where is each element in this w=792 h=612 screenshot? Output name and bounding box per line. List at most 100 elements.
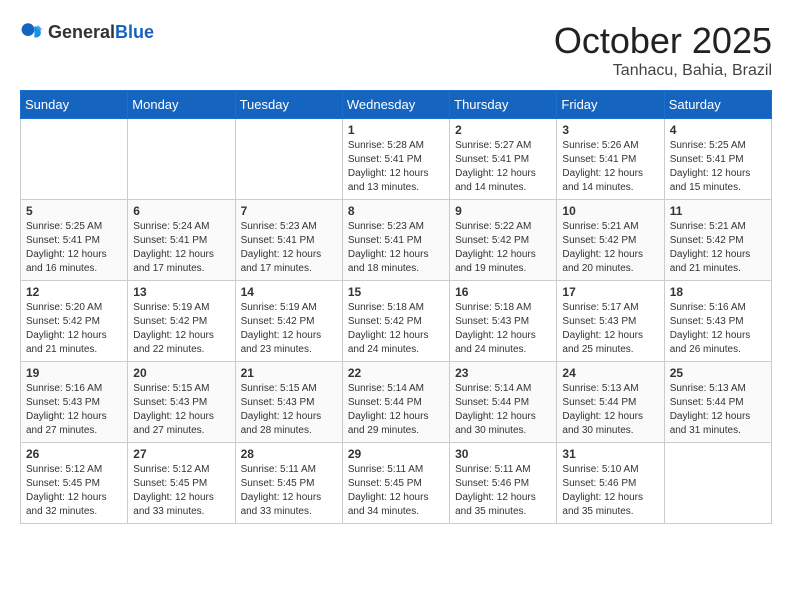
day-cell: 19Sunrise: 5:16 AM Sunset: 5:43 PM Dayli… [21,362,128,443]
day-number: 4 [670,123,766,137]
day-cell: 8Sunrise: 5:23 AM Sunset: 5:41 PM Daylig… [342,200,449,281]
day-info: Sunrise: 5:27 AM Sunset: 5:41 PM Dayligh… [455,139,551,195]
day-number: 12 [26,285,122,299]
day-number: 22 [348,366,444,380]
logo-text: GeneralBlue [48,22,154,43]
week-row-3: 12Sunrise: 5:20 AM Sunset: 5:42 PM Dayli… [21,281,772,362]
day-info: Sunrise: 5:14 AM Sunset: 5:44 PM Dayligh… [348,382,444,438]
page-header: GeneralBlue October 2025 Tanhacu, Bahia,… [20,20,772,80]
day-number: 20 [133,366,229,380]
day-number: 14 [241,285,337,299]
day-header-thursday: Thursday [450,91,557,119]
day-number: 7 [241,204,337,218]
day-cell: 11 Sunrise: 5:21 AM Sunset: 5:42 PM Dayli… [664,200,771,281]
day-cell: 18 Sunrise: 5:16 AM Sunset: 5:43 PM Dayli… [664,281,771,362]
logo: GeneralBlue [20,20,154,44]
day-number: 5 [26,204,122,218]
week-row-1: 1 Sunrise: 5:28 AM Sunset: 5:41 PM Daylig… [21,119,772,200]
day-number: 31 [562,447,658,461]
day-info: Sunrise: 5:25 AM Sunset: 5:41 PM Dayligh… [26,220,122,276]
logo-icon [20,20,44,44]
day-cell: 20 Sunrise: 5:15 AM Sunset: 5:43 PM Dayli… [128,362,235,443]
day-info: Sunrise: 5:23 AM Sunset: 5:41 PM Dayligh… [348,220,444,276]
day-number: 27 [133,447,229,461]
day-header-wednesday: Wednesday [342,91,449,119]
calendar-table: SundayMondayTuesdayWednesdayThursdayFrid… [20,90,772,524]
day-cell: 24 Sunrise: 5:13 AM Sunset: 5:44 PM Dayli… [557,362,664,443]
day-cell: 26 Sunrise: 5:12 AM Sunset: 5:45 PM Dayli… [21,443,128,524]
day-cell [664,443,771,524]
day-cell: 9Sunrise: 5:22 AM Sunset: 5:42 PM Daylig… [450,200,557,281]
title-area: October 2025 Tanhacu, Bahia, Brazil [554,20,772,80]
logo-blue: Blue [115,22,154,42]
day-header-sunday: Sunday [21,91,128,119]
day-info: Sunrise: 5:11 AM Sunset: 5:45 PM Dayligh… [348,463,444,519]
day-number: 25 [670,366,766,380]
week-row-5: 26 Sunrise: 5:12 AM Sunset: 5:45 PM Dayli… [21,443,772,524]
day-info: Sunrise: 5:25 AM Sunset: 5:41 PM Dayligh… [670,139,766,195]
day-info: Sunrise: 5:11 AM Sunset: 5:45 PM Dayligh… [241,463,337,519]
day-cell: 7 Sunrise: 5:23 AM Sunset: 5:41 PM Daylig… [235,200,342,281]
day-number: 9 [455,204,551,218]
day-cell: 28Sunrise: 5:11 AM Sunset: 5:45 PM Dayli… [235,443,342,524]
day-info: Sunrise: 5:28 AM Sunset: 5:41 PM Dayligh… [348,139,444,195]
day-number: 17 [562,285,658,299]
day-header-tuesday: Tuesday [235,91,342,119]
day-cell: 31Sunrise: 5:10 AM Sunset: 5:46 PM Dayli… [557,443,664,524]
day-cell: 12Sunrise: 5:20 AM Sunset: 5:42 PM Dayli… [21,281,128,362]
day-info: Sunrise: 5:19 AM Sunset: 5:42 PM Dayligh… [133,301,229,357]
day-info: Sunrise: 5:12 AM Sunset: 5:45 PM Dayligh… [133,463,229,519]
day-info: Sunrise: 5:15 AM Sunset: 5:43 PM Dayligh… [241,382,337,438]
day-cell: 4 Sunrise: 5:25 AM Sunset: 5:41 PM Daylig… [664,119,771,200]
day-number: 10 [562,204,658,218]
day-number: 18 [670,285,766,299]
day-cell: 27 Sunrise: 5:12 AM Sunset: 5:45 PM Dayli… [128,443,235,524]
day-info: Sunrise: 5:14 AM Sunset: 5:44 PM Dayligh… [455,382,551,438]
day-number: 19 [26,366,122,380]
logo-general: General [48,22,115,42]
day-cell: 6 Sunrise: 5:24 AM Sunset: 5:41 PM Daylig… [128,200,235,281]
day-info: Sunrise: 5:17 AM Sunset: 5:43 PM Dayligh… [562,301,658,357]
day-cell: 2Sunrise: 5:27 AM Sunset: 5:41 PM Daylig… [450,119,557,200]
week-row-4: 19Sunrise: 5:16 AM Sunset: 5:43 PM Dayli… [21,362,772,443]
day-cell [128,119,235,200]
day-number: 11 [670,204,766,218]
day-number: 15 [348,285,444,299]
day-info: Sunrise: 5:19 AM Sunset: 5:42 PM Dayligh… [241,301,337,357]
day-cell: 13Sunrise: 5:19 AM Sunset: 5:42 PM Dayli… [128,281,235,362]
day-number: 6 [133,204,229,218]
day-cell [21,119,128,200]
day-info: Sunrise: 5:21 AM Sunset: 5:42 PM Dayligh… [562,220,658,276]
day-number: 29 [348,447,444,461]
day-info: Sunrise: 5:16 AM Sunset: 5:43 PM Dayligh… [670,301,766,357]
header-row: SundayMondayTuesdayWednesdayThursdayFrid… [21,91,772,119]
day-info: Sunrise: 5:23 AM Sunset: 5:41 PM Dayligh… [241,220,337,276]
day-info: Sunrise: 5:13 AM Sunset: 5:44 PM Dayligh… [670,382,766,438]
location-title: Tanhacu, Bahia, Brazil [554,62,772,80]
day-number: 1 [348,123,444,137]
day-number: 24 [562,366,658,380]
month-title: October 2025 [554,20,772,62]
day-cell: 23 Sunrise: 5:14 AM Sunset: 5:44 PM Dayli… [450,362,557,443]
day-number: 21 [241,366,337,380]
day-cell: 30Sunrise: 5:11 AM Sunset: 5:46 PM Dayli… [450,443,557,524]
day-number: 3 [562,123,658,137]
day-info: Sunrise: 5:11 AM Sunset: 5:46 PM Dayligh… [455,463,551,519]
day-info: Sunrise: 5:15 AM Sunset: 5:43 PM Dayligh… [133,382,229,438]
day-info: Sunrise: 5:12 AM Sunset: 5:45 PM Dayligh… [26,463,122,519]
day-cell: 14 Sunrise: 5:19 AM Sunset: 5:42 PM Dayli… [235,281,342,362]
day-cell: 21 Sunrise: 5:15 AM Sunset: 5:43 PM Dayli… [235,362,342,443]
day-number: 23 [455,366,551,380]
day-cell: 5 Sunrise: 5:25 AM Sunset: 5:41 PM Daylig… [21,200,128,281]
day-info: Sunrise: 5:24 AM Sunset: 5:41 PM Dayligh… [133,220,229,276]
day-info: Sunrise: 5:21 AM Sunset: 5:42 PM Dayligh… [670,220,766,276]
day-info: Sunrise: 5:13 AM Sunset: 5:44 PM Dayligh… [562,382,658,438]
day-info: Sunrise: 5:18 AM Sunset: 5:43 PM Dayligh… [455,301,551,357]
day-cell: 29 Sunrise: 5:11 AM Sunset: 5:45 PM Dayli… [342,443,449,524]
day-number: 26 [26,447,122,461]
day-header-monday: Monday [128,91,235,119]
day-cell [235,119,342,200]
day-info: Sunrise: 5:18 AM Sunset: 5:42 PM Dayligh… [348,301,444,357]
day-cell: 16Sunrise: 5:18 AM Sunset: 5:43 PM Dayli… [450,281,557,362]
day-info: Sunrise: 5:26 AM Sunset: 5:41 PM Dayligh… [562,139,658,195]
